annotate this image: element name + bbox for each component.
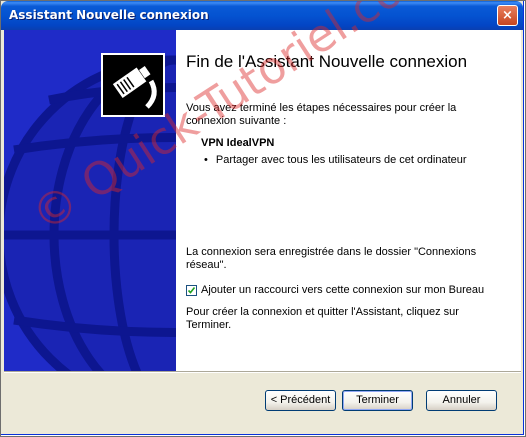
finish-instructions: Pour créer la connexion et quitter l'Ass…: [186, 306, 459, 331]
wizard-content: Fin de l'Assistant Nouvelle connexion Vo…: [176, 30, 521, 371]
shortcut-option[interactable]: Ajouter un raccourci vers cette connexio…: [186, 284, 484, 296]
wizard-side-panel: [4, 30, 176, 371]
saved-location-note: La connexion sera enregistrée dans le do…: [186, 246, 477, 271]
network-cable-icon: [101, 53, 165, 117]
finish-button[interactable]: Terminer: [342, 390, 413, 411]
sharing-bullet: • Partager avec tous les utilisateurs de …: [204, 154, 504, 166]
title-bar[interactable]: Assistant Nouvelle connexion ×: [1, 1, 523, 30]
shortcut-checkbox[interactable]: [186, 284, 197, 296]
page-title: Fin de l'Assistant Nouvelle connexion: [186, 52, 468, 71]
close-button[interactable]: ×: [497, 5, 518, 26]
intro-text: Vous avez terminé les étapes nécessaires…: [186, 102, 457, 127]
wizard-window: Assistant Nouvelle connexion × Fin de l'…: [0, 0, 524, 435]
window-title: Assistant Nouvelle connexion: [9, 8, 209, 22]
previous-button[interactable]: < Précédent: [265, 390, 336, 411]
connection-name: VPN IdealVPN: [201, 137, 275, 149]
sharing-text: Partager avec tous les utilisateurs de c…: [215, 154, 467, 166]
shortcut-checkbox-label[interactable]: Ajouter un raccourci vers cette connexio…: [201, 284, 484, 296]
bullet-icon: •: [204, 154, 208, 166]
checkmark-icon: [187, 286, 196, 294]
button-separator: [4, 371, 521, 373]
cancel-button[interactable]: Annuler: [426, 390, 497, 411]
